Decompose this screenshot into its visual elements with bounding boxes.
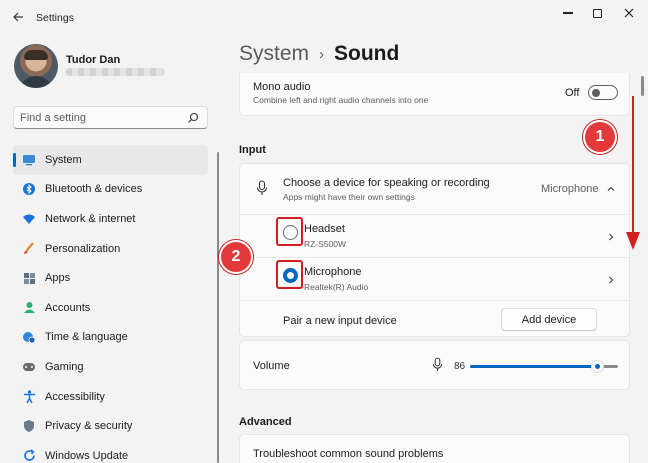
accessibility-icon	[22, 389, 36, 404]
volume-slider[interactable]	[470, 360, 618, 373]
wifi-icon	[22, 212, 36, 226]
chevron-up-icon[interactable]	[606, 184, 616, 194]
page-title: Sound	[334, 42, 400, 65]
maximize-icon	[592, 8, 602, 18]
settings-window: Settings Tudor Dan Find a setting System…	[0, 0, 648, 463]
mono-audio-subtitle: Combine left and right audio channels in…	[253, 95, 429, 105]
sidebar-item-system[interactable]: System	[13, 145, 208, 175]
input-chooser-selected-value: Microphone	[541, 183, 599, 195]
sidebar-item-personalization[interactable]: Personalization	[13, 234, 208, 264]
sidebar-item-label: Accounts	[45, 301, 91, 314]
selection-indicator	[13, 153, 16, 167]
sidebar-item-label: Privacy & security	[45, 420, 133, 433]
brush-icon	[22, 241, 36, 256]
breadcrumb-parent[interactable]: System	[239, 42, 309, 66]
gamepad-icon	[22, 360, 36, 374]
troubleshoot-card[interactable]: Troubleshoot common sound problems	[239, 434, 630, 463]
annotation-marker-2: 2	[219, 240, 253, 274]
device-name: Microphone	[304, 266, 362, 278]
mono-audio-state: Off	[565, 87, 580, 99]
sidebar-item-apps[interactable]: Apps	[13, 263, 208, 293]
input-chooser-subtitle: Apps might have their own settings	[283, 192, 415, 202]
sidebar-item-label: Bluetooth & devices	[45, 183, 143, 196]
close-icon	[624, 8, 634, 18]
input-chooser-header[interactable]: Choose a device for speaking or recordin…	[240, 164, 629, 214]
globe-clock-icon	[22, 330, 36, 344]
device-name: Headset	[304, 223, 345, 235]
pair-device-label: Pair a new input device	[283, 315, 397, 327]
sidebar-item-windows-update[interactable]: Windows Update	[13, 441, 208, 463]
sidebar-item-accounts[interactable]: Accounts	[13, 293, 208, 323]
app-title: Settings	[36, 12, 74, 24]
sidebar-item-network[interactable]: Network & internet	[13, 204, 208, 234]
volume-slider-thumb[interactable]	[590, 360, 604, 373]
troubleshoot-label: Troubleshoot common sound problems	[253, 448, 444, 460]
user-name: Tudor Dan	[66, 54, 121, 66]
system-icon	[22, 153, 36, 167]
sidebar-item-label: Time & language	[45, 331, 128, 344]
toggle-knob	[592, 88, 600, 97]
mono-audio-title: Mono audio	[253, 81, 311, 93]
apps-icon	[22, 271, 36, 285]
microphone-icon	[256, 180, 268, 195]
search-box[interactable]	[13, 106, 208, 129]
mono-audio-toggle[interactable]	[588, 85, 618, 100]
chevron-right-icon[interactable]	[606, 232, 616, 242]
microphone-icon	[432, 357, 443, 371]
sidebar-item-accessibility[interactable]: Accessibility	[13, 382, 208, 412]
sidebar-item-privacy[interactable]: Privacy & security	[13, 411, 208, 441]
headset-radio-highlight	[276, 217, 303, 246]
sidebar-item-bluetooth[interactable]: Bluetooth & devices	[13, 175, 208, 205]
device-detail: Realtek(R) Audio	[304, 282, 369, 292]
minimize-button[interactable]	[553, 4, 583, 22]
input-section-label: Input	[239, 144, 266, 156]
sidebar-item-label: Network & internet	[45, 212, 136, 225]
sidebar-item-label: Windows Update	[45, 449, 129, 462]
annotation-marker-1: 1	[583, 120, 617, 154]
volume-card: Volume 86	[239, 340, 630, 390]
title-bar: Settings	[0, 0, 648, 34]
sidebar-item-time-language[interactable]: Time & language	[13, 323, 208, 353]
minimize-icon	[563, 12, 573, 14]
breadcrumb: System › Sound	[239, 42, 399, 66]
sidebar-scrollbar[interactable]	[217, 152, 219, 463]
device-detail: RZ-S500W	[304, 239, 347, 249]
volume-label: Volume	[253, 360, 290, 372]
sidebar-item-label: Accessibility	[45, 390, 105, 403]
chevron-right-icon[interactable]	[606, 275, 616, 285]
shield-icon	[22, 419, 36, 433]
maximize-button[interactable]	[582, 4, 612, 22]
divider	[240, 300, 629, 301]
bluetooth-icon	[22, 182, 36, 196]
close-button[interactable]	[614, 4, 644, 22]
advanced-section-label: Advanced	[239, 416, 292, 428]
sidebar-item-label: Apps	[45, 272, 71, 285]
sidebar-item-label: Gaming	[45, 360, 84, 373]
search-input[interactable]	[20, 111, 180, 125]
volume-slider-fill	[470, 365, 598, 368]
mono-audio-card: Mono audio Combine left and right audio …	[239, 73, 630, 116]
user-email-redacted	[66, 68, 164, 76]
search-icon[interactable]	[187, 112, 199, 124]
volume-value: 86	[454, 361, 466, 372]
sidebar-item-gaming[interactable]: Gaming	[13, 352, 208, 382]
input-device-group: Choose a device for speaking or recordin…	[239, 163, 630, 337]
back-arrow-icon	[13, 12, 23, 22]
person-icon	[22, 301, 36, 315]
breadcrumb-separator: ›	[319, 45, 325, 63]
avatar[interactable]	[14, 44, 58, 88]
update-icon	[22, 449, 36, 463]
sidebar-item-label: Personalization	[45, 242, 121, 255]
sidebar-item-label: System	[45, 153, 82, 166]
input-chooser-title: Choose a device for speaking or recordin…	[283, 177, 490, 189]
sidebar-nav: System Bluetooth & devices Network & int…	[13, 145, 208, 463]
back-button[interactable]	[8, 8, 28, 26]
microphone-radio-highlight	[276, 260, 303, 289]
add-device-button[interactable]: Add device	[501, 308, 597, 331]
scroll-down-arrow-annotation	[626, 96, 640, 250]
main-scrollbar[interactable]	[641, 76, 644, 96]
